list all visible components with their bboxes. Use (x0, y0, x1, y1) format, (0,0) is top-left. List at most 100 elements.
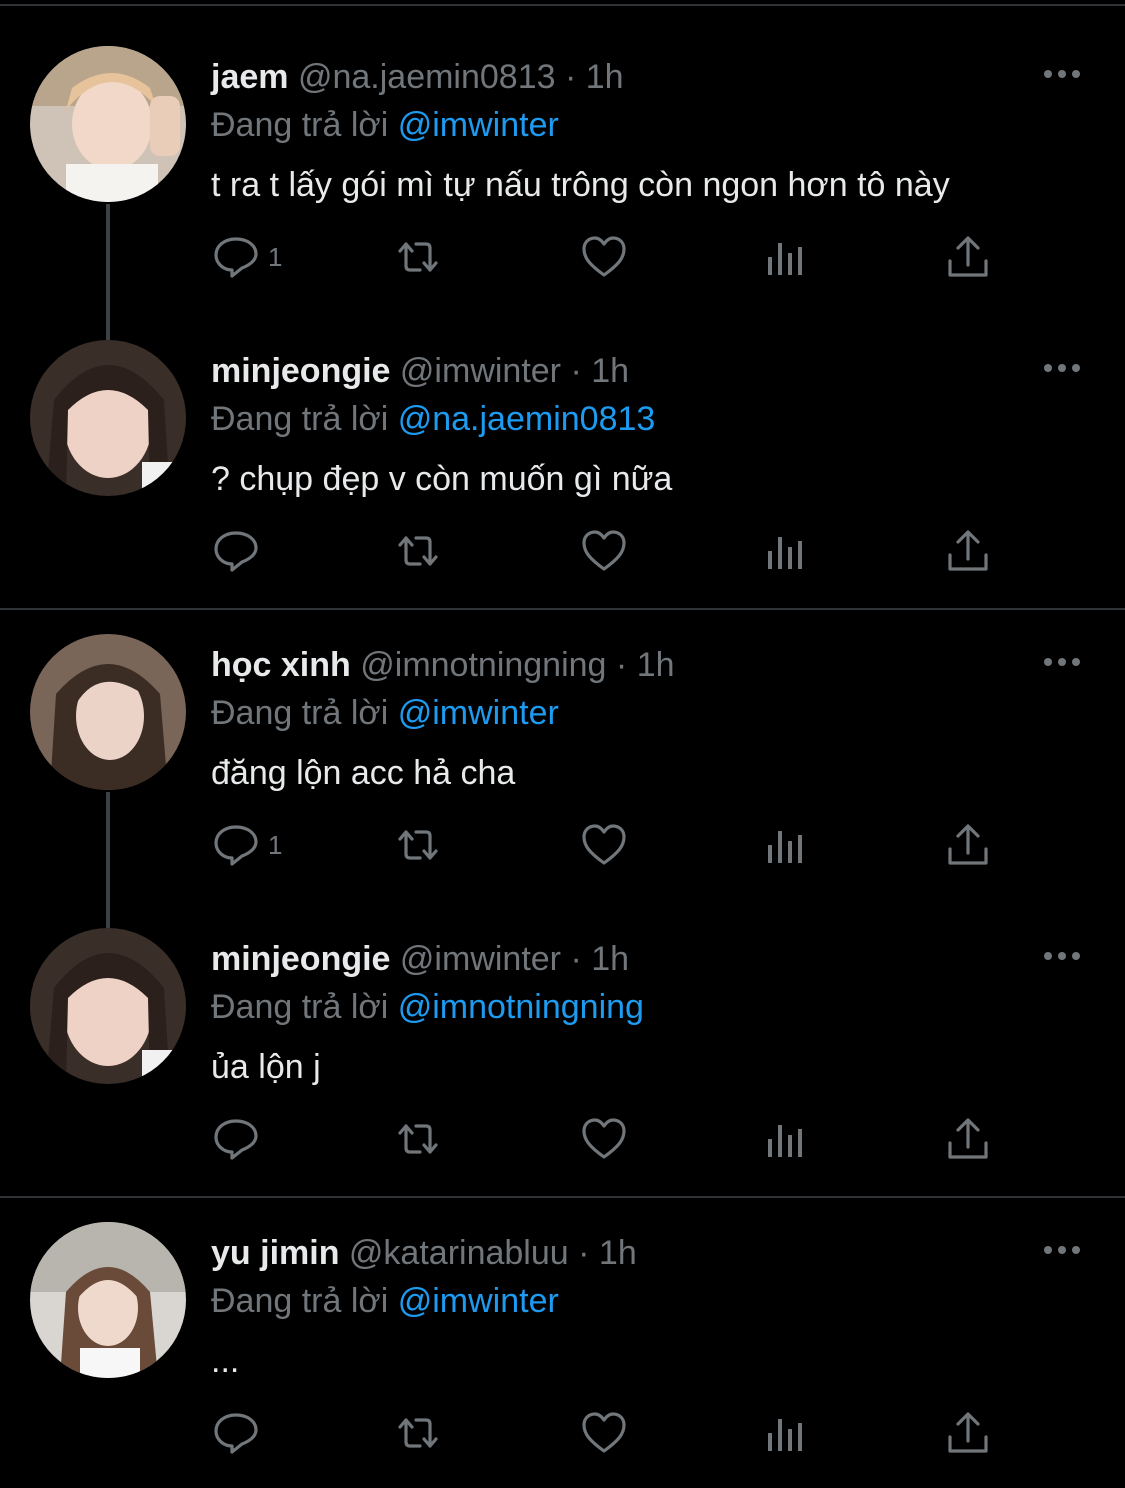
views-button[interactable] (762, 810, 810, 880)
more-icon (1044, 364, 1080, 372)
share-icon (948, 1118, 988, 1159)
retweet-button[interactable] (394, 516, 442, 586)
like-button[interactable] (580, 222, 628, 292)
timestamp[interactable]: · 1h (616, 646, 675, 684)
share-button[interactable] (944, 1398, 992, 1468)
views-icon (768, 831, 802, 863)
replying-to: Đang trả lời @imwinter (211, 102, 559, 148)
retweet-button[interactable] (394, 1398, 442, 1468)
display-name[interactable]: học xinh (211, 646, 351, 684)
tweet-item[interactable]: học xinh @imnotningning · 1h Đang trả lờ… (0, 588, 1125, 928)
share-button[interactable] (944, 516, 992, 586)
mention-link[interactable]: @na.jaemin0813 (398, 400, 656, 438)
views-icon (768, 243, 802, 275)
action-bar (0, 1104, 1125, 1174)
reply-icon (214, 1413, 258, 1454)
user-handle[interactable]: @na.jaemin0813 (298, 58, 556, 96)
more-icon (1044, 952, 1080, 960)
reply-button[interactable] (212, 516, 268, 586)
reply-icon (214, 531, 258, 572)
replying-to-label: Đang trả lời (211, 106, 389, 144)
reply-icon (214, 1119, 258, 1160)
like-icon (582, 530, 626, 571)
reply-icon (214, 825, 258, 866)
avatar[interactable] (30, 928, 186, 1084)
like-button[interactable] (580, 810, 628, 880)
views-button[interactable] (762, 222, 810, 292)
display-name[interactable]: jaem (211, 58, 289, 96)
mention-link[interactable]: @imwinter (398, 106, 559, 144)
mention-link[interactable]: @imnotningning (398, 988, 644, 1026)
avatar-photo-icon (30, 1222, 186, 1378)
views-icon (768, 1125, 802, 1157)
share-button[interactable] (944, 810, 992, 880)
user-handle[interactable]: @imwinter (400, 940, 561, 978)
display-name[interactable]: minjeongie (211, 352, 390, 390)
tweet-item[interactable]: minjeongie @imwinter · 1h Đang trả lời @… (0, 294, 1125, 588)
like-button[interactable] (580, 1104, 628, 1174)
like-button[interactable] (580, 1398, 628, 1468)
tweet-text: ... (211, 1342, 240, 1380)
more-icon (1044, 70, 1080, 78)
retweet-icon (398, 830, 438, 860)
reply-button[interactable]: 1 (212, 222, 282, 292)
share-button[interactable] (944, 1104, 992, 1174)
views-button[interactable] (762, 1104, 810, 1174)
tweet-item[interactable]: minjeongie @imwinter · 1h Đang trả lời @… (0, 882, 1125, 1176)
retweet-button[interactable] (394, 810, 442, 880)
more-options-button[interactable] (1040, 1238, 1084, 1262)
avatar[interactable] (30, 46, 186, 202)
replying-to: Đang trả lời @imwinter (211, 690, 559, 736)
timestamp[interactable]: · 1h (578, 1234, 637, 1272)
action-bar: 1 (0, 810, 1125, 880)
tweet-text: đăng lộn acc hả cha (211, 754, 516, 792)
avatar[interactable] (30, 340, 186, 496)
reply-count: 1 (268, 829, 283, 860)
like-button[interactable] (580, 516, 628, 586)
timestamp[interactable]: · 1h (565, 58, 624, 96)
timestamp[interactable]: · 1h (570, 352, 629, 390)
reply-button[interactable] (212, 1398, 268, 1468)
replying-to: Đang trả lời @na.jaemin0813 (211, 396, 655, 442)
tweet-item[interactable]: yu jimin @katarinabluu · 1h Đang trả lời… (0, 1176, 1125, 1470)
views-button[interactable] (762, 516, 810, 586)
reply-button[interactable] (212, 1104, 268, 1174)
reply-count: 1 (268, 241, 283, 272)
mention-link[interactable]: @imwinter (398, 1282, 559, 1320)
user-handle[interactable]: @katarinabluu (349, 1234, 569, 1272)
more-options-button[interactable] (1040, 62, 1084, 86)
user-handle[interactable]: @imwinter (400, 352, 561, 390)
like-icon (582, 236, 626, 277)
more-options-button[interactable] (1040, 356, 1084, 380)
user-handle[interactable]: @imnotningning (360, 646, 606, 684)
action-bar (0, 516, 1125, 586)
tweet-header: minjeongie @imwinter · 1h (211, 936, 629, 982)
like-icon (582, 824, 626, 865)
more-options-button[interactable] (1040, 650, 1084, 674)
display-name[interactable]: yu jimin (211, 1234, 339, 1272)
avatar-photo-icon (30, 340, 186, 496)
timestamp[interactable]: · 1h (570, 940, 629, 978)
views-button[interactable] (762, 1398, 810, 1468)
mention-link[interactable]: @imwinter (398, 694, 559, 732)
tweet-text: ? chụp đẹp v còn muốn gì nữa (211, 460, 673, 498)
avatar-photo-icon (30, 46, 186, 202)
like-icon (582, 1412, 626, 1453)
retweet-button[interactable] (394, 1104, 442, 1174)
avatar[interactable] (30, 1222, 186, 1378)
display-name[interactable]: minjeongie (211, 940, 390, 978)
tweet-header: yu jimin @katarinabluu · 1h (211, 1230, 637, 1276)
share-icon (948, 1412, 988, 1453)
like-icon (582, 1118, 626, 1159)
retweet-button[interactable] (394, 222, 442, 292)
replying-to-label: Đang trả lời (211, 1282, 389, 1320)
tweet-text: ủa lộn j (211, 1048, 321, 1086)
avatar[interactable] (30, 634, 186, 790)
reply-button[interactable]: 1 (212, 810, 282, 880)
share-button[interactable] (944, 222, 992, 292)
tweet-item[interactable]: jaem @na.jaemin0813 · 1h Đang trả lời @i… (0, 0, 1125, 340)
tweet-header: jaem @na.jaemin0813 · 1h (211, 54, 624, 100)
views-icon (768, 537, 802, 569)
more-options-button[interactable] (1040, 944, 1084, 968)
avatar-photo-icon (30, 634, 186, 790)
